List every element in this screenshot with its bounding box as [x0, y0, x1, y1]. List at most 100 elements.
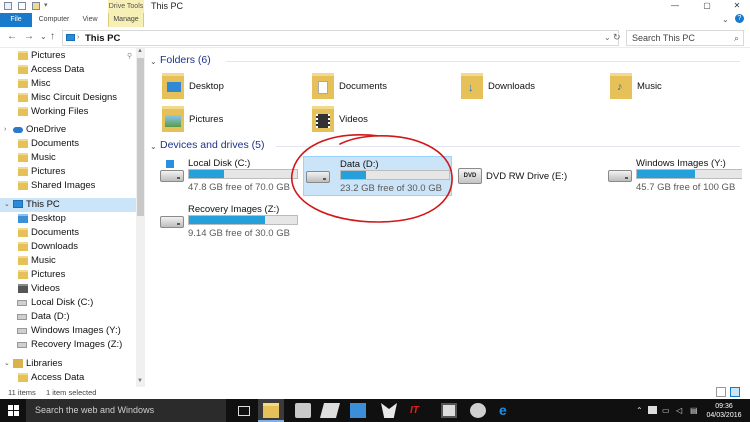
folder-icon: [18, 79, 28, 88]
scroll-up-icon[interactable]: ▲: [137, 48, 143, 54]
group-divider: [276, 146, 740, 147]
search-input[interactable]: Search This PC ⌕: [626, 30, 744, 46]
details-view-icon[interactable]: [716, 387, 726, 397]
refresh-icon[interactable]: ↻: [613, 32, 621, 43]
folder-downloads[interactable]: ↓ Downloads: [461, 73, 601, 101]
folder-documents[interactable]: Documents: [312, 73, 452, 101]
nav-item-videos[interactable]: Videos: [0, 282, 136, 296]
nav-item-shared-images[interactable]: Shared Images: [0, 179, 136, 193]
drive-usage-fill: [189, 216, 265, 224]
tray-app-icon[interactable]: [648, 406, 657, 414]
nav-item-recovery-images-z[interactable]: Recovery Images (Z:): [0, 338, 136, 352]
nav-item-onedrive[interactable]: › OneDrive: [0, 123, 136, 137]
nav-item-downloads[interactable]: Downloads: [0, 240, 136, 254]
folder-desktop[interactable]: Desktop: [162, 73, 302, 101]
folders-header[interactable]: Folders (6): [160, 54, 211, 66]
back-button[interactable]: ←: [7, 31, 17, 42]
tab-file[interactable]: File: [0, 13, 32, 27]
drive-data-d[interactable]: Data (D:) 23.2 GB free of 30.0 GB: [303, 156, 452, 196]
taskbar-search-box[interactable]: Search the web and Windows: [26, 399, 226, 422]
search-icon: ⌕: [733, 33, 739, 43]
address-dropdown-icon[interactable]: ⌄: [604, 33, 611, 42]
nav-item-music[interactable]: Music: [0, 254, 136, 268]
nav-item-access-data[interactable]: Access Data: [0, 63, 136, 77]
nav-item-library-access-data[interactable]: Access Data: [0, 371, 136, 385]
drive-usage-bar: [340, 170, 450, 180]
network-icon[interactable]: ▭: [662, 406, 670, 415]
nav-item-pictures-pc[interactable]: Pictures: [0, 268, 136, 282]
nav-item-working-files[interactable]: Working Files: [0, 105, 136, 119]
start-button[interactable]: [8, 405, 19, 416]
scroll-down-icon[interactable]: ▼: [137, 378, 143, 384]
tab-view[interactable]: View: [76, 13, 104, 27]
taskbar-explorer-active[interactable]: [258, 399, 284, 422]
group-collapse-icon[interactable]: ⌄: [150, 142, 157, 151]
documents-icon: [18, 228, 28, 237]
help-icon[interactable]: ?: [735, 14, 744, 23]
downloads-icon: [18, 242, 28, 251]
nav-item-local-disk-c[interactable]: Local Disk (C:): [0, 296, 136, 310]
recent-locations-button[interactable]: ⌄: [40, 32, 47, 41]
app-icon-document[interactable]: [350, 403, 366, 418]
folder-pictures[interactable]: Pictures: [162, 106, 302, 134]
action-center-icon[interactable]: ▤: [690, 406, 698, 415]
tiles-view-icon[interactable]: [730, 387, 740, 397]
nav-scrollbar-thumb[interactable]: [137, 58, 144, 216]
group-collapse-icon[interactable]: ⌄: [150, 57, 157, 66]
drive-icon: [17, 328, 27, 334]
dvd-drive-icon: DVD: [458, 168, 482, 184]
nav-item-data-d[interactable]: Data (D:): [0, 310, 136, 324]
folder-icon: [18, 167, 28, 176]
app-icon-fox[interactable]: [381, 403, 397, 418]
task-view-icon[interactable]: [238, 406, 250, 416]
folder-videos[interactable]: Videos: [312, 106, 452, 134]
tab-computer[interactable]: Computer: [36, 13, 72, 27]
app-icon-paper[interactable]: [319, 403, 341, 418]
calculator-icon[interactable]: [441, 403, 457, 418]
expand-chevron-icon[interactable]: ›: [4, 123, 6, 137]
taskbar-clock[interactable]: 09:36 04/03/2016: [702, 402, 746, 420]
nav-item-windows-images-y[interactable]: Windows Images (Y:): [0, 324, 136, 338]
app-icon-disk[interactable]: [295, 403, 311, 418]
tab-manage[interactable]: Manage: [108, 13, 144, 27]
nav-item-onedrive-documents[interactable]: Documents: [0, 137, 136, 151]
ribbon-tabs: File Computer View Manage ⌄ ?: [0, 0, 750, 27]
collapse-chevron-icon[interactable]: ⌄: [4, 357, 10, 371]
tray-expand-icon[interactable]: ⌃: [636, 406, 643, 415]
clock-time: 09:36: [715, 403, 733, 410]
group-divider: [226, 61, 740, 62]
drive-recovery-images-z[interactable]: Recovery Images (Z:) 9.14 GB free of 30.…: [158, 202, 300, 242]
drive-dvd-rw-e[interactable]: DVD DVD RW Drive (E:): [456, 156, 598, 196]
nav-item-documents[interactable]: Documents: [0, 226, 136, 240]
nav-item-onedrive-music[interactable]: Music: [0, 151, 136, 165]
app-icon-red[interactable]: IT: [410, 403, 426, 418]
folder-music[interactable]: ♪ Music: [610, 73, 750, 101]
drive-icon: [160, 216, 184, 228]
nav-item-misc-circuit-designs[interactable]: Misc Circuit Designs: [0, 91, 136, 105]
edge-icon[interactable]: e: [499, 403, 515, 418]
drive-usage-fill: [637, 170, 696, 178]
app-icon-network[interactable]: [470, 403, 486, 418]
content-scrollbar[interactable]: [742, 48, 750, 387]
collapse-chevron-icon[interactable]: ⌄: [4, 198, 10, 212]
nav-item-onedrive-pictures[interactable]: Pictures: [0, 165, 136, 179]
music-folder-icon: ♪: [610, 73, 632, 99]
drives-header[interactable]: Devices and drives (5): [160, 139, 264, 151]
nav-item-libraries[interactable]: ⌄ Libraries: [0, 357, 136, 371]
folder-icon: [18, 65, 28, 74]
breadcrumb-chevron-icon[interactable]: ›: [77, 34, 79, 41]
drive-windows-images-y[interactable]: Windows Images (Y:) 45.7 GB free of 100 …: [606, 156, 748, 196]
nav-item-pictures[interactable]: Pictures: [0, 49, 136, 63]
file-explorer-icon: [263, 403, 279, 418]
breadcrumb[interactable]: This PC: [85, 33, 120, 44]
up-button[interactable]: ↑: [50, 31, 55, 42]
ribbon-expand-icon[interactable]: ⌄: [722, 15, 729, 24]
nav-item-misc[interactable]: Misc: [0, 77, 136, 91]
forward-button[interactable]: →: [24, 31, 34, 42]
drive-local-disk-c[interactable]: Local Disk (C:) 47.8 GB free of 70.0 GB: [158, 156, 300, 196]
nav-item-this-pc[interactable]: ⌄ This PC: [0, 198, 136, 212]
address-field[interactable]: › This PC: [62, 30, 619, 46]
nav-item-desktop[interactable]: Desktop: [0, 212, 136, 226]
music-icon: [18, 256, 28, 265]
volume-icon[interactable]: ◁: [676, 406, 682, 415]
